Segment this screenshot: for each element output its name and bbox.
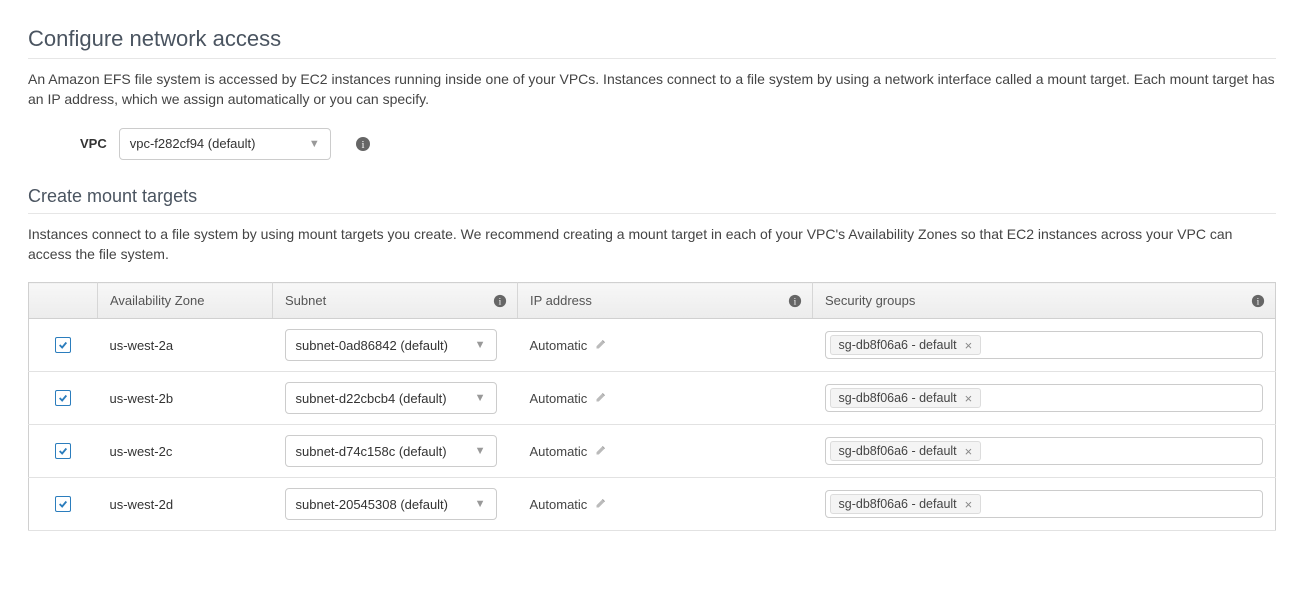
- chevron-down-icon: ▼: [475, 445, 486, 457]
- header-ip: IP address i: [518, 283, 813, 319]
- edit-icon[interactable]: [595, 391, 607, 406]
- header-ip-label: IP address: [530, 293, 592, 308]
- security-group-token: sg-db8f06a6 - default ×: [830, 335, 982, 355]
- security-group-token: sg-db8f06a6 - default ×: [830, 494, 982, 514]
- header-sg: Security groups i: [813, 283, 1276, 319]
- subnet-select[interactable]: subnet-0ad86842 (default) ▼: [285, 329, 497, 361]
- header-subnet-label: Subnet: [285, 293, 326, 308]
- row-checkbox[interactable]: [55, 390, 71, 406]
- row-checkbox[interactable]: [55, 337, 71, 353]
- header-checkbox: [29, 283, 98, 319]
- subnet-select-value: subnet-d74c158c (default): [296, 444, 447, 459]
- edit-icon[interactable]: [595, 497, 607, 512]
- svg-text:i: i: [794, 296, 797, 307]
- chevron-down-icon: ▼: [475, 498, 486, 510]
- remove-token-icon[interactable]: ×: [963, 445, 975, 458]
- subnet-select-value: subnet-0ad86842 (default): [296, 338, 449, 353]
- subnet-select[interactable]: subnet-d74c158c (default) ▼: [285, 435, 497, 467]
- subnet-select-value: subnet-d22cbcb4 (default): [296, 391, 447, 406]
- header-az: Availability Zone: [98, 283, 273, 319]
- remove-token-icon[interactable]: ×: [963, 498, 975, 511]
- subnet-select-value: subnet-20545308 (default): [296, 497, 449, 512]
- table-row: us-west-2c subnet-d74c158c (default) ▼ Auto…: [29, 425, 1276, 478]
- security-group-label: sg-db8f06a6 - default: [839, 444, 957, 458]
- security-groups-input[interactable]: sg-db8f06a6 - default ×: [825, 384, 1264, 412]
- header-sg-label: Security groups: [825, 293, 915, 308]
- security-group-label: sg-db8f06a6 - default: [839, 497, 957, 511]
- info-icon[interactable]: i: [788, 294, 802, 308]
- info-icon[interactable]: i: [493, 294, 507, 308]
- info-icon[interactable]: i: [355, 136, 371, 152]
- svg-text:i: i: [499, 296, 502, 307]
- svg-text:i: i: [1257, 296, 1260, 307]
- configure-description: An Amazon EFS file system is accessed by…: [28, 69, 1276, 110]
- row-checkbox[interactable]: [55, 443, 71, 459]
- vpc-select[interactable]: vpc-f282cf94 (default) ▼: [119, 128, 331, 160]
- ip-value: Automatic: [530, 497, 588, 512]
- mount-description: Instances connect to a file system by us…: [28, 224, 1276, 265]
- chevron-down-icon: ▼: [475, 339, 486, 351]
- vpc-field: VPC vpc-f282cf94 (default) ▼ i: [80, 128, 1276, 160]
- svg-text:i: i: [361, 139, 364, 151]
- configure-title: Configure network access: [28, 26, 1276, 59]
- info-icon[interactable]: i: [1251, 294, 1265, 308]
- security-group-label: sg-db8f06a6 - default: [839, 338, 957, 352]
- mount-title: Create mount targets: [28, 186, 1276, 214]
- security-groups-input[interactable]: sg-db8f06a6 - default ×: [825, 437, 1264, 465]
- edit-icon[interactable]: [595, 338, 607, 353]
- table-row: us-west-2b subnet-d22cbcb4 (default) ▼ Auto…: [29, 372, 1276, 425]
- ip-value: Automatic: [530, 391, 588, 406]
- edit-icon[interactable]: [595, 444, 607, 459]
- table-row: us-west-2a subnet-0ad86842 (default) ▼ Auto…: [29, 319, 1276, 372]
- subnet-select[interactable]: subnet-d22cbcb4 (default) ▼: [285, 382, 497, 414]
- subnet-select[interactable]: subnet-20545308 (default) ▼: [285, 488, 497, 520]
- remove-token-icon[interactable]: ×: [963, 339, 975, 352]
- security-groups-input[interactable]: sg-db8f06a6 - default ×: [825, 490, 1264, 518]
- ip-value: Automatic: [530, 444, 588, 459]
- chevron-down-icon: ▼: [309, 138, 320, 150]
- chevron-down-icon: ▼: [475, 392, 486, 404]
- ip-value: Automatic: [530, 338, 588, 353]
- row-checkbox[interactable]: [55, 496, 71, 512]
- az-cell: us-west-2c: [98, 425, 273, 478]
- az-cell: us-west-2d: [98, 478, 273, 531]
- mount-targets-table: Availability Zone Subnet i IP address i …: [28, 282, 1276, 531]
- security-groups-input[interactable]: sg-db8f06a6 - default ×: [825, 331, 1264, 359]
- security-group-token: sg-db8f06a6 - default ×: [830, 441, 982, 461]
- table-row: us-west-2d subnet-20545308 (default) ▼ Auto…: [29, 478, 1276, 531]
- security-group-token: sg-db8f06a6 - default ×: [830, 388, 982, 408]
- header-subnet: Subnet i: [273, 283, 518, 319]
- az-cell: us-west-2a: [98, 319, 273, 372]
- vpc-label: VPC: [80, 136, 107, 151]
- remove-token-icon[interactable]: ×: [963, 392, 975, 405]
- security-group-label: sg-db8f06a6 - default: [839, 391, 957, 405]
- vpc-select-value: vpc-f282cf94 (default): [130, 136, 256, 151]
- az-cell: us-west-2b: [98, 372, 273, 425]
